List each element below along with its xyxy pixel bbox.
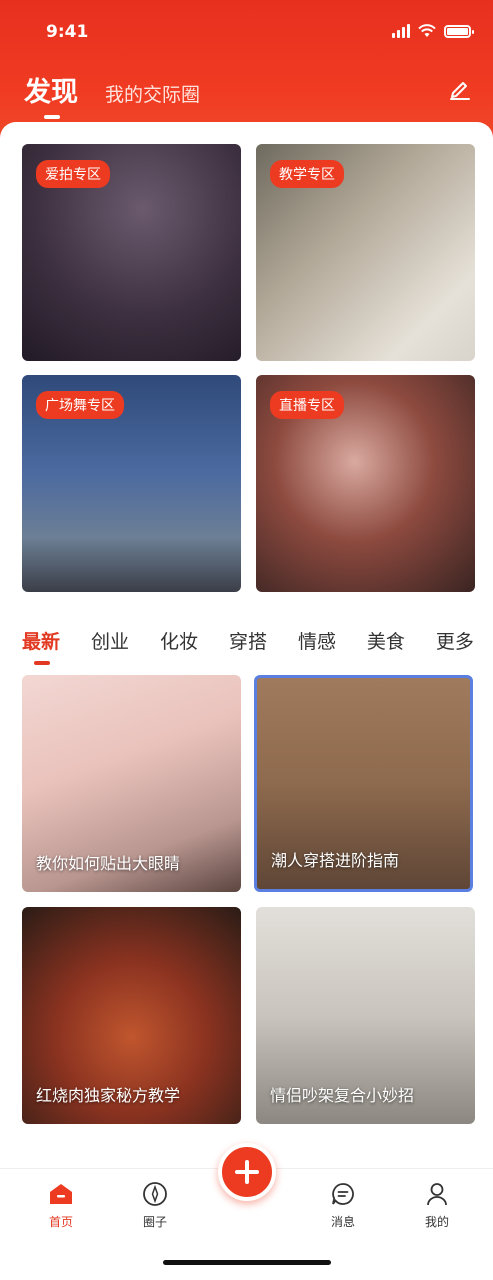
tab-label: 消息 [330, 1215, 355, 1229]
battery-icon [444, 24, 474, 38]
compass-icon [143, 1182, 167, 1206]
post-caption: 情侣吵架复合小妙招 [270, 1086, 415, 1105]
category-tab-startup[interactable]: 创业 [91, 627, 129, 654]
post-card[interactable]: 红烧肉独家秘方教学 [22, 907, 241, 1124]
zone-card-aipai[interactable]: 爱拍专区 [22, 144, 241, 361]
top-nav: 发现 我的交际圈 [24, 70, 200, 119]
tab-label: 我的 [424, 1215, 449, 1229]
post-card[interactable]: 教你如何贴出大眼睛 [22, 675, 241, 892]
category-tab-food[interactable]: 美食 [367, 627, 405, 654]
post-caption: 教你如何贴出大眼睛 [36, 854, 181, 873]
zone-badge: 广场舞专区 [36, 391, 124, 419]
post-caption: 潮人穿搭进阶指南 [271, 851, 400, 870]
category-tab-emotion[interactable]: 情感 [298, 627, 336, 654]
post-card[interactable]: 情侣吵架复合小妙招 [256, 907, 475, 1124]
content-area: 爱拍专区 教学专区 广场舞专区 直播专区 最新 创业 化妆 穿搭 情感 美食 更… [0, 122, 493, 1182]
category-tab-outfit[interactable]: 穿搭 [229, 627, 267, 654]
post-card[interactable]: 潮人穿搭进阶指南 [254, 675, 473, 892]
tab-label: 圈子 [142, 1215, 167, 1229]
user-icon [427, 1183, 447, 1206]
zone-badge: 爱拍专区 [36, 160, 110, 188]
category-tab-makeup[interactable]: 化妆 [160, 627, 198, 654]
tab-label: 首页 [48, 1215, 73, 1229]
edit-icon[interactable] [447, 76, 473, 102]
tab-my-circle[interactable]: 我的交际圈 [105, 80, 200, 107]
status-bar: 9:41 [0, 20, 493, 48]
zone-card-live[interactable]: 直播专区 [256, 375, 475, 592]
add-post-button[interactable] [218, 1143, 276, 1201]
tab-profile[interactable]: 我的 [402, 1181, 472, 1230]
category-tab-more[interactable]: 更多 [436, 627, 474, 654]
tab-circle[interactable]: 圈子 [120, 1181, 190, 1230]
home-icon [50, 1184, 72, 1204]
post-caption: 红烧肉独家秘方教学 [36, 1086, 181, 1105]
category-tab-latest[interactable]: 最新 [22, 627, 60, 665]
category-tabs: 最新 创业 化妆 穿搭 情感 美食 更多 [22, 627, 474, 665]
home-indicator [163, 1260, 331, 1265]
zone-card-square-dance[interactable]: 广场舞专区 [22, 375, 241, 592]
zone-card-teaching[interactable]: 教学专区 [256, 144, 475, 361]
zone-badge: 直播专区 [270, 391, 344, 419]
zone-badge: 教学专区 [270, 160, 344, 188]
message-icon [332, 1183, 354, 1205]
tab-home[interactable]: 首页 [26, 1181, 96, 1230]
tab-discover[interactable]: 发现 [24, 70, 78, 119]
tab-messages[interactable]: 消息 [308, 1181, 378, 1230]
cellular-signal-icon [392, 24, 410, 38]
status-time: 9:41 [46, 22, 89, 42]
wifi-icon [418, 24, 436, 37]
